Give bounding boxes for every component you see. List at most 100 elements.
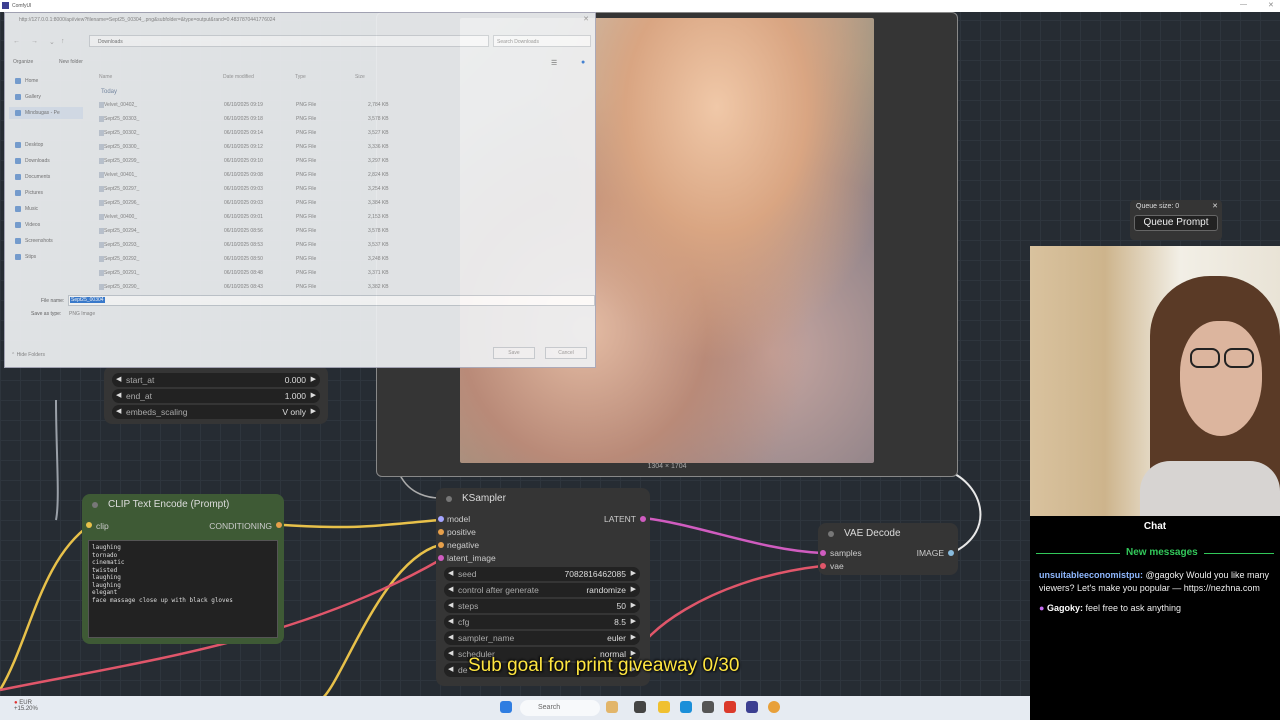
new-folder-button[interactable]: New folder <box>59 59 83 65</box>
clip-text-encode-node[interactable]: CLIP Text Encode (Prompt) clip CONDITION… <box>82 494 284 644</box>
input-slot-dot[interactable] <box>820 550 826 556</box>
file-row[interactable]: Velvet_00400_ 06/10/2025 09:01 PNG File 2,1… <box>95 211 595 225</box>
task-view-icon[interactable] <box>634 701 646 713</box>
increment-arrow-icon[interactable]: ▶ <box>631 569 636 577</box>
file-row[interactable]: Sept25_00292_ 06/10/2025 08:50 PNG File 3,2… <box>95 253 595 267</box>
help-icon[interactable]: ● <box>581 59 585 66</box>
cfg-widget[interactable]: ◀ cfg 8.5 ▶ <box>444 615 640 629</box>
nav-item[interactable]: Screenshots <box>9 235 83 247</box>
file-row[interactable]: Sept25_00299_ 06/10/2025 09:10 PNG File 3,2… <box>95 155 595 169</box>
chat-username[interactable]: unsuitableeconomistpu: <box>1039 570 1143 580</box>
file-row[interactable]: Sept25_00302_ 06/10/2025 09:14 PNG File 3,5… <box>95 127 595 141</box>
column-size[interactable]: Size <box>355 74 365 80</box>
column-name[interactable]: Name <box>99 74 112 80</box>
nav-item[interactable]: Home <box>9 75 83 87</box>
increment-arrow-icon[interactable]: ▶ <box>631 617 636 625</box>
file-row[interactable]: Velvet_00401_ 06/10/2025 09:08 PNG File 2,8… <box>95 169 595 183</box>
ticker-widget[interactable]: ● EUR +15.20% <box>14 700 38 712</box>
increment-arrow-icon[interactable]: ▶ <box>631 633 636 641</box>
chat-username[interactable]: Gagoky: <box>1047 603 1083 613</box>
prompt-textarea[interactable]: laughing tornado cinematic twisted laugh… <box>88 540 278 638</box>
chrome-icon[interactable] <box>768 701 780 713</box>
file-row[interactable]: Velvet_00402_ 06/10/2025 09:19 PNG File 2,7… <box>95 99 595 113</box>
increment-arrow-icon[interactable]: ▶ <box>311 375 316 383</box>
output-slot-dot[interactable] <box>948 550 954 556</box>
save-button[interactable]: Save <box>493 347 535 359</box>
file-row[interactable]: Sept25_00300_ 06/10/2025 09:12 PNG File 3,3… <box>95 141 595 155</box>
comfyui-canvas[interactable]: ComfyUI — ✕ 1304 × 1704 ◀ start_at 0.000 ▶ … <box>0 0 1280 720</box>
group-header-today[interactable]: Today <box>101 89 117 95</box>
store-icon[interactable] <box>702 701 714 713</box>
file-row[interactable]: Sept25_00303_ 06/10/2025 09:18 PNG File 3,5… <box>95 113 595 127</box>
address-bar[interactable]: Downloads <box>89 35 489 47</box>
embeds-scaling-widget[interactable]: ◀ embeds_scaling V only ▶ <box>112 405 320 419</box>
decrement-arrow-icon[interactable]: ◀ <box>116 391 121 399</box>
comfyui-taskbar-icon[interactable] <box>746 701 758 713</box>
increment-arrow-icon[interactable]: ▶ <box>631 601 636 609</box>
file-name-input[interactable]: Sept25_00304 <box>68 295 595 306</box>
decrement-arrow-icon[interactable]: ◀ <box>448 665 453 673</box>
hide-folders-button[interactable]: ⌃ Hide Folders <box>11 352 45 358</box>
queue-prompt-button[interactable]: Queue Prompt <box>1134 215 1218 231</box>
save-as-type-select[interactable]: PNG Image <box>68 309 595 320</box>
minimize-icon[interactable]: — <box>1240 1 1247 8</box>
edge-icon[interactable] <box>680 701 692 713</box>
queue-panel-close-icon[interactable]: ✕ <box>1212 202 1218 210</box>
start-icon[interactable] <box>500 701 512 713</box>
increment-arrow-icon[interactable]: ▶ <box>631 585 636 593</box>
nav-item[interactable]: Videos <box>9 219 83 231</box>
start-at-widget[interactable]: ◀ start_at 0.000 ▶ <box>112 373 320 387</box>
increment-arrow-icon[interactable]: ▶ <box>311 391 316 399</box>
nav-item[interactable]: Downloads <box>9 155 83 167</box>
input-slot-dot[interactable] <box>820 563 826 569</box>
widgets-icon[interactable] <box>606 701 618 713</box>
app-icon[interactable] <box>724 701 736 713</box>
apply-node[interactable]: ◀ start_at 0.000 ▶ ◀ end_at 1.000 ▶ ◀ embeds_sc… <box>104 366 328 424</box>
input-slot-dot[interactable] <box>438 529 444 535</box>
input-slot-dot[interactable] <box>438 555 444 561</box>
search-downloads-input[interactable]: Search Downloads <box>493 35 591 47</box>
save-as-dialog[interactable]: http://127.0.0.1:8000/api/view?filename=… <box>4 12 596 368</box>
output-slot-dot[interactable] <box>640 516 646 522</box>
back-arrow-icon[interactable]: ← <box>13 38 20 45</box>
cancel-button[interactable]: Cancel <box>545 347 587 359</box>
nav-item[interactable]: Desktop <box>9 139 83 151</box>
nav-item[interactable]: Stips <box>9 251 83 263</box>
nav-item[interactable]: Music <box>9 203 83 215</box>
view-options-icon[interactable]: ☰ <box>551 59 557 67</box>
decrement-arrow-icon[interactable]: ◀ <box>116 375 121 383</box>
file-explorer-icon[interactable] <box>658 701 670 713</box>
decrement-arrow-icon[interactable]: ◀ <box>448 649 453 657</box>
decrement-arrow-icon[interactable]: ◀ <box>116 407 121 415</box>
up-arrow-icon[interactable]: ↑ <box>61 38 65 45</box>
input-slot-dot[interactable] <box>438 542 444 548</box>
steps-widget[interactable]: ◀ steps 50 ▶ <box>444 599 640 613</box>
nav-item[interactable]: Gallery <box>9 91 83 103</box>
vae-decode-node[interactable]: VAE Decode samples vae IMAGE <box>818 523 958 575</box>
decrement-arrow-icon[interactable]: ◀ <box>448 633 453 641</box>
input-slot-dot[interactable] <box>438 516 444 522</box>
dialog-close-icon[interactable]: ✕ <box>583 15 589 23</box>
file-row[interactable]: Sept25_00296_ 06/10/2025 09:03 PNG File 3,3… <box>95 197 595 211</box>
decrement-arrow-icon[interactable]: ◀ <box>448 585 453 593</box>
file-row[interactable]: Sept25_00297_ 06/10/2025 09:03 PNG File 3,2… <box>95 183 595 197</box>
organize-button[interactable]: Organize <box>13 59 33 65</box>
file-row[interactable]: Sept25_00293_ 06/10/2025 08:53 PNG File 3,5… <box>95 239 595 253</box>
file-row[interactable]: Sept25_00291_ 06/10/2025 08:48 PNG File 3,3… <box>95 267 595 281</box>
end-at-widget[interactable]: ◀ end_at 1.000 ▶ <box>112 389 320 403</box>
nav-item[interactable]: Pictures <box>9 187 83 199</box>
file-row[interactable]: Sept25_00294_ 06/10/2025 08:56 PNG File 3,5… <box>95 225 595 239</box>
sampler-name-widget[interactable]: ◀ sampler_name euler ▶ <box>444 631 640 645</box>
column-date-modified[interactable]: Date modified <box>223 74 254 80</box>
output-slot-dot[interactable] <box>276 522 282 528</box>
recent-dropdown-icon[interactable]: ⌄ <box>49 38 55 46</box>
nav-item[interactable]: Mindsugas - Pe <box>9 107 83 119</box>
increment-arrow-icon[interactable]: ▶ <box>311 407 316 415</box>
forward-arrow-icon[interactable]: → <box>31 38 38 45</box>
nav-item[interactable]: Documents <box>9 171 83 183</box>
taskbar-search[interactable]: Search <box>520 700 600 716</box>
decrement-arrow-icon[interactable]: ◀ <box>448 601 453 609</box>
input-slot-dot[interactable] <box>86 522 92 528</box>
file-row[interactable]: Sept25_00290_ 06/10/2025 08:43 PNG File 3,3… <box>95 281 595 295</box>
close-icon[interactable]: ✕ <box>1268 1 1274 9</box>
